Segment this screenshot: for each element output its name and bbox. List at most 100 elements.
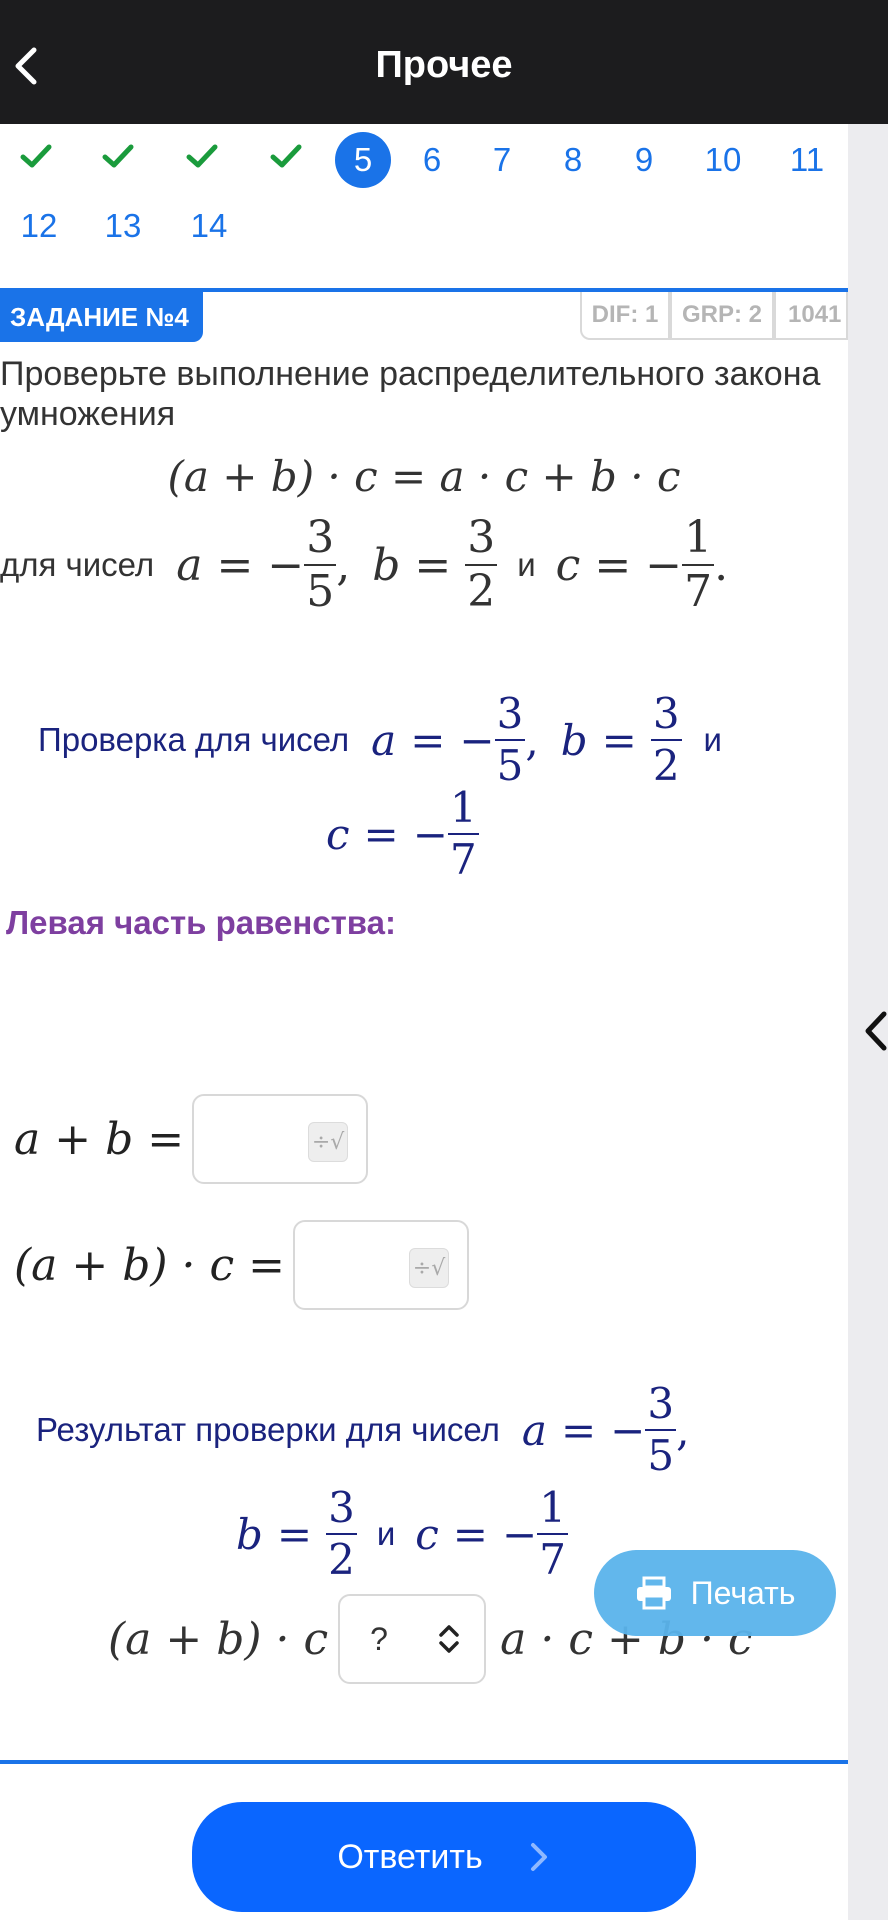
page-2-done[interactable]	[98, 128, 138, 184]
b-numerator: 3	[652, 688, 680, 738]
product-answer-input[interactable]: ÷√	[293, 1220, 470, 1310]
b-denominator: 2	[467, 566, 496, 617]
task-id-badge: 1041	[774, 292, 848, 340]
a-denominator: 5	[647, 1431, 675, 1480]
c-denominator: 7	[684, 566, 713, 617]
a-denominator: 5	[496, 741, 524, 790]
var-b: b	[560, 715, 588, 765]
var-b: b	[372, 539, 401, 591]
comparison-left-expression: (a + b) · c	[108, 1613, 329, 1665]
b-numerator: 3	[328, 1482, 355, 1532]
b-fraction: 3 2	[465, 511, 498, 617]
a-sign: −	[459, 715, 495, 765]
a-numerator: 3	[647, 1378, 675, 1428]
print-button-label: Печать	[690, 1574, 796, 1611]
top-bar: Прочее	[0, 0, 888, 124]
result-heading-line1: Результат проверки для чисел a = − 3 5 ,	[36, 1370, 689, 1490]
page-9[interactable]: 9	[624, 132, 664, 188]
a-sign: −	[267, 539, 305, 591]
chevron-up-down-icon	[439, 1625, 459, 1653]
a-fraction: 3 5	[494, 688, 526, 790]
condition-line: для чисел a = − 3 5 , b = 3 2 и c = − 1 …	[0, 510, 728, 620]
math-keyboard-icon[interactable]: ÷√	[308, 1122, 349, 1162]
a-denominator: 5	[306, 566, 335, 617]
equals-sign: =	[601, 715, 637, 765]
var-a: a	[371, 715, 397, 765]
var-c: c	[555, 539, 581, 591]
equals-sign: =	[276, 1509, 313, 1559]
sum-answer-input[interactable]: ÷√	[192, 1094, 369, 1184]
check-heading-line2: c = − 1 7	[326, 774, 479, 894]
b-denominator: 2	[328, 1535, 355, 1584]
var-c: c	[415, 1509, 439, 1559]
page-8[interactable]: 8	[553, 132, 593, 188]
comma: ,	[525, 715, 539, 765]
page-14[interactable]: 14	[184, 198, 234, 254]
task-number-badge: ЗАДАНИЕ №4	[0, 292, 203, 342]
comparison-select[interactable]: ?	[338, 1594, 487, 1684]
dif-badge: DIF: 1	[580, 292, 670, 340]
a-fraction: 3 5	[645, 1378, 677, 1480]
page-title: Прочее	[375, 44, 513, 86]
print-button[interactable]: Печать	[594, 1550, 836, 1636]
page-12[interactable]: 12	[14, 198, 64, 254]
var-a: a	[176, 539, 203, 591]
b-numerator: 3	[467, 511, 496, 563]
a-numerator: 3	[496, 688, 524, 738]
b-fraction: 3 2	[326, 1482, 357, 1584]
check-icon	[102, 144, 134, 168]
page-7[interactable]: 7	[482, 132, 522, 188]
c-numerator: 1	[684, 511, 713, 563]
product-expression: (a + b) · c =	[14, 1239, 286, 1291]
var-a: a	[521, 1405, 547, 1455]
answer-button-label: Ответить	[337, 1837, 483, 1876]
a-sign: −	[610, 1405, 646, 1455]
page-5-active[interactable]: 5	[335, 132, 391, 188]
page-13[interactable]: 13	[98, 198, 148, 254]
sum-expression: a + b =	[14, 1113, 185, 1165]
page-11[interactable]: 11	[782, 132, 832, 188]
page-1-done[interactable]	[16, 128, 56, 184]
period: .	[714, 539, 729, 591]
and-word: и	[703, 721, 722, 758]
c-fraction: 1 7	[447, 785, 479, 884]
left-part-heading: Левая часть равенства:	[6, 904, 396, 941]
a-numerator: 3	[306, 511, 335, 563]
task-pagination: 5 6 7 8 9 10 11 12 13 14	[0, 124, 848, 274]
printer-icon	[636, 1576, 671, 1610]
sum-row: a + b = ÷√	[14, 1094, 369, 1184]
main-formula: (a + b) · c = a · c + b · c	[167, 452, 681, 501]
b-fraction: 3 2	[650, 688, 682, 790]
check-title: Проверка для чисел	[38, 721, 350, 758]
equals-sign: =	[216, 539, 254, 591]
equals-sign: =	[414, 539, 452, 591]
check-icon	[20, 144, 52, 168]
c-fraction: 1 7	[537, 1482, 568, 1584]
c-numerator: 1	[539, 1482, 566, 1532]
page-4-done[interactable]	[266, 128, 306, 184]
c-denominator: 7	[539, 1535, 566, 1584]
check-icon	[270, 144, 302, 168]
a-fraction: 3 5	[304, 511, 337, 617]
var-b: b	[236, 1509, 263, 1559]
page-3-done[interactable]	[182, 128, 222, 184]
and-word: и	[376, 1515, 396, 1552]
c-sign: −	[502, 1509, 538, 1559]
equals-sign: =	[452, 1509, 488, 1559]
page-6[interactable]: 6	[412, 132, 452, 188]
result-title: Результат проверки для чисел	[36, 1411, 500, 1448]
c-sign: −	[645, 539, 683, 591]
product-row: (a + b) · c = ÷√	[14, 1220, 470, 1310]
page-10[interactable]: 10	[698, 132, 748, 188]
c-fraction: 1 7	[682, 511, 715, 617]
chevron-left-icon[interactable]	[862, 1010, 888, 1052]
comma: ,	[336, 539, 351, 591]
var-c: c	[326, 809, 350, 859]
check-icon	[186, 144, 218, 168]
equals-sign: =	[594, 539, 632, 591]
result-heading-line2: b = 3 2 и c = − 1 7	[236, 1474, 568, 1594]
math-keyboard-icon[interactable]: ÷√	[409, 1248, 450, 1288]
answer-button[interactable]: Ответить	[192, 1802, 696, 1912]
c-denominator: 7	[449, 835, 477, 884]
b-denominator: 2	[652, 741, 680, 790]
